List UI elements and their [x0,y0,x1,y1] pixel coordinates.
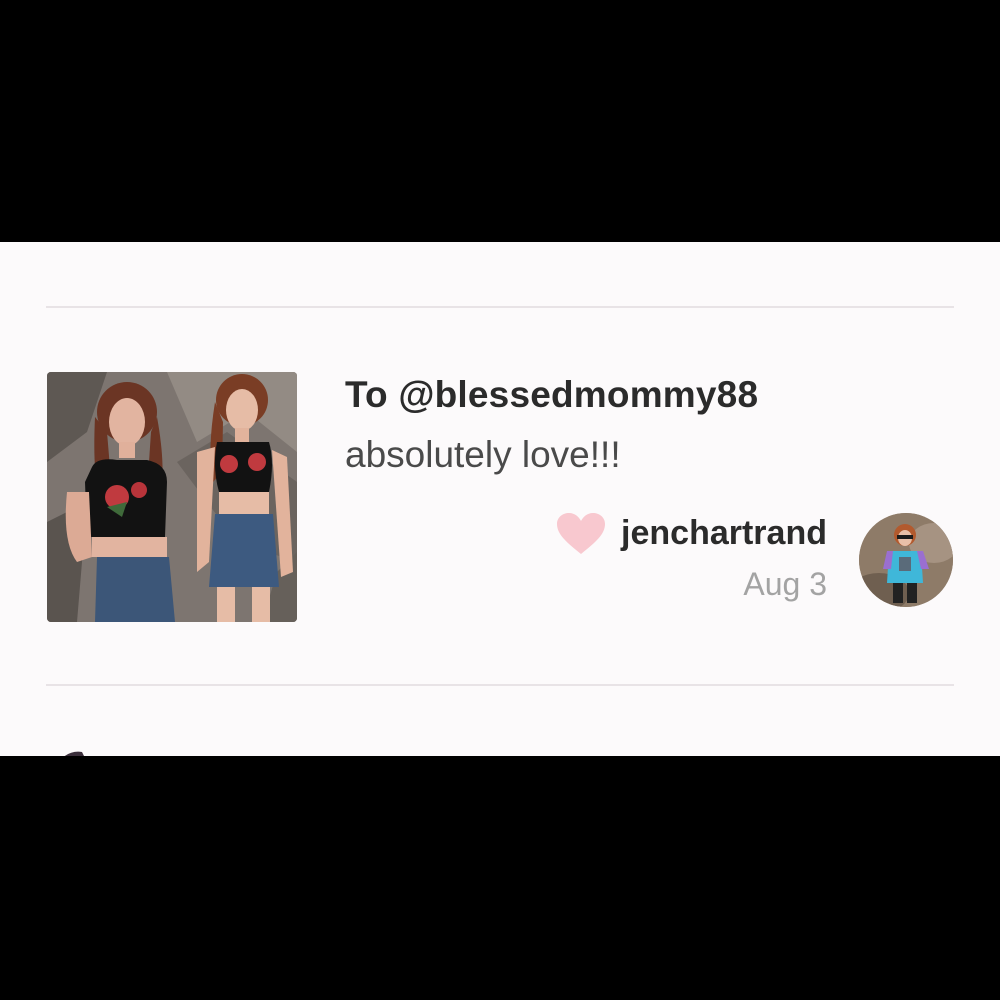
next-item-preview [60,747,100,756]
username[interactable]: jenchartrand [621,514,827,553]
comment-text: absolutely love!!! [345,434,621,475]
heart-icon[interactable] [556,512,606,556]
divider [46,306,954,308]
notification-panel: To @blessedmommy88 absolutely love!!! je… [0,242,1000,756]
avatar[interactable] [859,513,953,607]
screen: To @blessedmommy88 absolutely love!!! je… [0,0,1000,1000]
product-thumbnail[interactable] [47,372,297,622]
divider [46,684,954,686]
letterbox-bottom [0,756,1000,1000]
timestamp: Aug 3 [743,566,827,602]
recipient-handle[interactable]: To @blessedmommy88 [345,374,758,416]
letterbox-top [0,0,1000,242]
